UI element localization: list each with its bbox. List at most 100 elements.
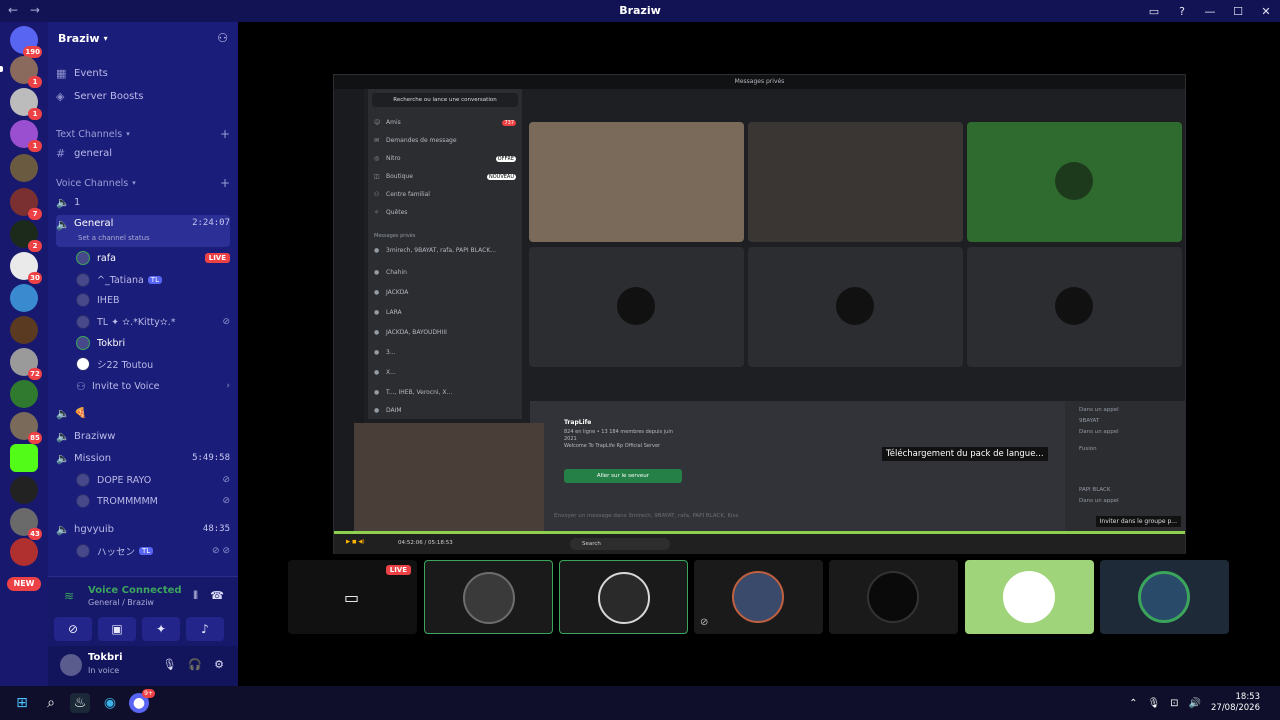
video-tile[interactable] [748,247,963,367]
video-tile[interactable] [748,122,963,242]
participant-tile[interactable] [965,560,1094,634]
server-icon[interactable]: 1 [10,56,42,88]
server-icon[interactable] [10,380,38,408]
server-icon[interactable]: 30 [10,252,42,284]
shared-title: Messages privés [334,75,1185,89]
server-icon[interactable] [10,284,38,312]
network-icon[interactable]: ⊡ [1170,698,1178,709]
server-icon[interactable] [10,154,38,182]
voice-user[interactable]: IHEB [76,290,230,310]
microphone-icon[interactable]: 🎙 [1147,698,1160,709]
voice-user[interactable]: TL ✦ ✫.*Kitty✫.* ⊘ [76,312,230,332]
server-icon[interactable]: 43 [10,508,42,540]
video-tile[interactable] [529,247,744,367]
server-icon[interactable]: 85 [10,412,42,444]
video-tile[interactable] [967,247,1182,367]
server-icon[interactable] [10,476,38,504]
voice-channel-emoji[interactable]: 🔈 🍕 [56,403,230,423]
server-icon[interactable]: 1 [10,120,42,152]
chevron-down-icon: ▾ [126,130,130,138]
add-friend-icon[interactable]: ⚇ [217,31,228,45]
participant-tile[interactable]: ⊘ [694,560,823,634]
server-rail: 190 1 1 1 7 2 30 72 85 43 NEW [0,22,48,686]
signal-icon[interactable]: ≋ [64,589,74,603]
edge-icon[interactable]: ◉ [100,693,120,713]
add-channel-icon[interactable]: + [220,176,230,190]
avatar[interactable] [60,654,82,676]
voice-user[interactable]: ハッセン TL ⊘ ⊘ [76,541,230,561]
add-channel-icon[interactable]: + [220,127,230,141]
steam-icon[interactable]: ♨ [70,693,90,713]
participant-tile[interactable] [559,560,688,634]
help-icon[interactable]: ? [1168,5,1196,18]
guild-header[interactable]: Braziw ▾ ⚇ [48,22,238,54]
video-tile[interactable] [529,122,744,242]
avatar [76,357,90,371]
screen-share-view[interactable]: Messages privés Recherche ou lance une c… [333,74,1186,554]
camera-off-button[interactable]: ⊘ [54,617,92,641]
voice-channel-general[interactable]: 🔈 General 2:24:07 Set a channel status [56,215,230,247]
search-icon[interactable]: ⌕ [41,693,61,713]
voice-channel-braziww[interactable]: 🔈 Braziww [56,426,230,446]
headphones-icon[interactable]: 🎧 [188,658,202,671]
new-badge[interactable]: NEW [7,577,41,591]
activities-button[interactable]: ✦ [142,617,180,641]
server-icon[interactable]: 1 [10,88,42,120]
server-icon[interactable] [10,316,38,344]
shared-members: Dans un appel 9BAYAT Dans un appel Fusion PA… [1065,401,1185,531]
windows-start-icon[interactable]: ⊞ [12,693,32,713]
chevron-up-icon[interactable]: ⌃ [1129,698,1137,709]
disconnect-icon[interactable]: ☎ [210,589,224,602]
discord-icon[interactable]: ● 9+ [129,689,155,713]
voice-status[interactable]: Voice Connected [88,585,182,596]
kick-server-icon[interactable] [10,444,38,472]
voice-channel-mission[interactable]: 🔈 Mission 5:49:58 [56,448,230,468]
voice-user[interactable]: シ22 Toutou [76,354,230,374]
avatar [598,572,650,624]
participant-tile[interactable] [1100,560,1229,634]
close-button[interactable]: ✕ [1252,5,1280,18]
voice-channel-label[interactable]: General / Braziw [88,598,154,607]
channel-status[interactable]: Set a channel status [78,234,150,242]
voice-user[interactable]: Tokbri [76,333,230,353]
user-name[interactable]: Tokbri [88,652,123,663]
os-taskbar: ⊞ ⌕ ♨ ◉ ● 9+ ⌃ 🎙 ⊡ 🔊 18:53 27/08/2026 [0,686,1280,720]
server-icon[interactable] [10,538,38,566]
clock[interactable]: 18:53 27/08/2026 [1211,692,1260,714]
category-text[interactable]: Text Channels ▾ + [56,124,230,144]
maximize-button[interactable]: ☐ [1224,5,1252,18]
invite-to-voice[interactable]: ⚇ Invite to Voice › [76,376,230,396]
speaker-icon: 🔈 [56,406,70,420]
muted-camera-icon: ⊘ [222,475,230,485]
participant-tile[interactable] [424,560,553,634]
microphone-icon[interactable]: 🎙 [162,658,176,671]
monitor-icon: ▭ [344,588,360,607]
join-server-button: Aller sur le serveur [564,469,682,483]
stream-tile[interactable]: ▭ LIVE [288,560,417,634]
screen-share-button[interactable]: ▣ [98,617,136,641]
video-tile[interactable] [967,122,1182,242]
participant-tile[interactable] [829,560,958,634]
channel-sidebar: Braziw ▾ ⚇ ▦ Events ◈ Server Boosts Text C… [48,22,238,686]
soundboard-button[interactable]: ♪ [186,617,224,641]
channel-general-text[interactable]: # general [56,143,230,163]
gear-icon[interactable]: ⚙ [214,658,224,671]
events-item[interactable]: ▦ Events [56,63,230,83]
user-status[interactable]: In voice [88,666,119,675]
voice-user[interactable]: DOPE RAYO ⊘ [76,470,230,490]
voice-user[interactable]: ^_Tatiana TL [76,270,230,290]
server-icon[interactable]: 72 [10,348,42,380]
boosts-item[interactable]: ◈ Server Boosts [56,86,230,106]
voice-channel-hgvyuib[interactable]: 🔈 hgvyuib 48:35 [56,519,230,539]
inbox-icon[interactable]: ▭ [1140,5,1168,18]
voice-channel-1[interactable]: 🔈 1 [56,192,230,212]
minimize-button[interactable]: — [1196,5,1224,18]
server-icon[interactable]: 7 [10,188,42,220]
voice-user[interactable]: TROMMMMM ⊘ [76,491,230,511]
category-voice[interactable]: Voice Channels ▾ + [56,173,230,193]
soundwave-icon[interactable]: ⦀ [193,589,198,603]
volume-icon[interactable]: 🔊 [1189,698,1201,709]
home-button[interactable]: 190 [10,26,42,58]
voice-user[interactable]: rafa LIVE [76,248,230,268]
server-icon[interactable]: 2 [10,220,42,252]
